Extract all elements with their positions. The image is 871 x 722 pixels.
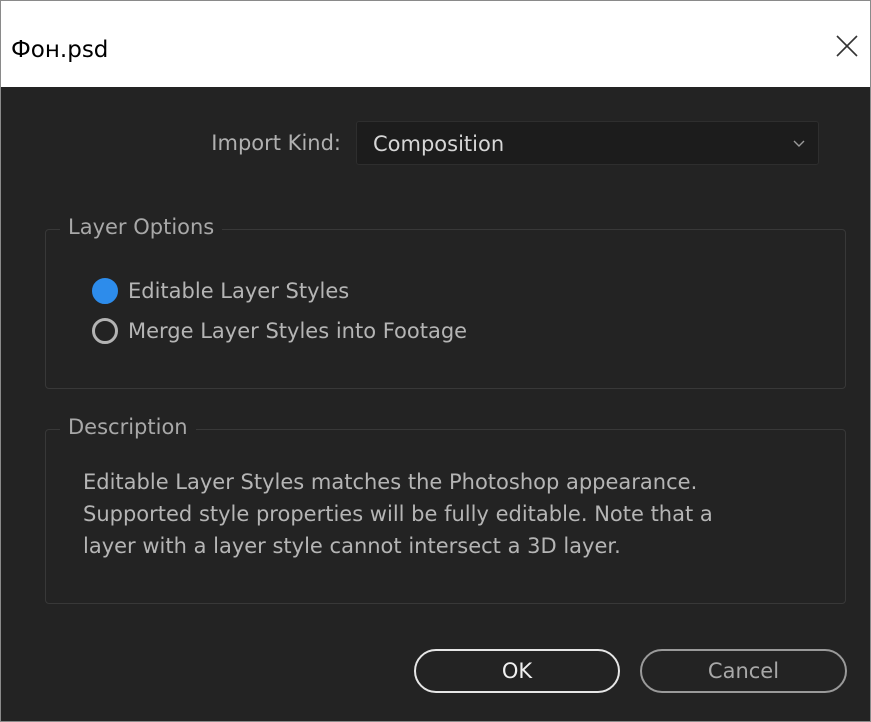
radio-checked[interactable] [92, 278, 118, 304]
radio-unchecked[interactable] [92, 318, 118, 344]
layer-options-group: Layer Options Editable Layer Styles Merg… [45, 212, 846, 389]
dialog-content: Import Kind: Composition Layer Options E… [1, 87, 870, 721]
description-line: Editable Layer Styles matches the Photos… [83, 470, 698, 494]
cancel-button[interactable]: Cancel [640, 649, 847, 693]
import-kind-select[interactable]: Composition [356, 121, 819, 165]
description-line: Supported style properties will be fully… [83, 502, 713, 526]
radio-label: Editable Layer Styles [128, 279, 350, 303]
title-bar: Фон.psd [1, 1, 870, 87]
window-title: Фон.psd [11, 37, 109, 63]
radio-option-editable-layer-styles[interactable]: Editable Layer Styles [92, 276, 349, 306]
description-line: layer with a layer style cannot intersec… [83, 534, 621, 558]
radio-option-merge-layer-styles[interactable]: Merge Layer Styles into Footage [92, 316, 467, 346]
description-legend: Description [60, 412, 196, 442]
description-text: Editable Layer Styles matches the Photos… [83, 466, 823, 562]
description-group: Description Editable Layer Styles matche… [45, 412, 846, 604]
radio-label: Merge Layer Styles into Footage [128, 319, 468, 343]
chevron-down-icon [793, 140, 805, 147]
import-kind-value: Composition [373, 132, 505, 156]
close-icon [836, 35, 858, 57]
import-kind-label: Import Kind: [211, 131, 341, 155]
ok-button[interactable]: OK [414, 649, 620, 693]
import-dialog: Фон.psd Import Kind: Composition Layer O… [0, 0, 871, 722]
close-button[interactable] [830, 29, 864, 63]
layer-options-legend: Layer Options [60, 212, 223, 242]
